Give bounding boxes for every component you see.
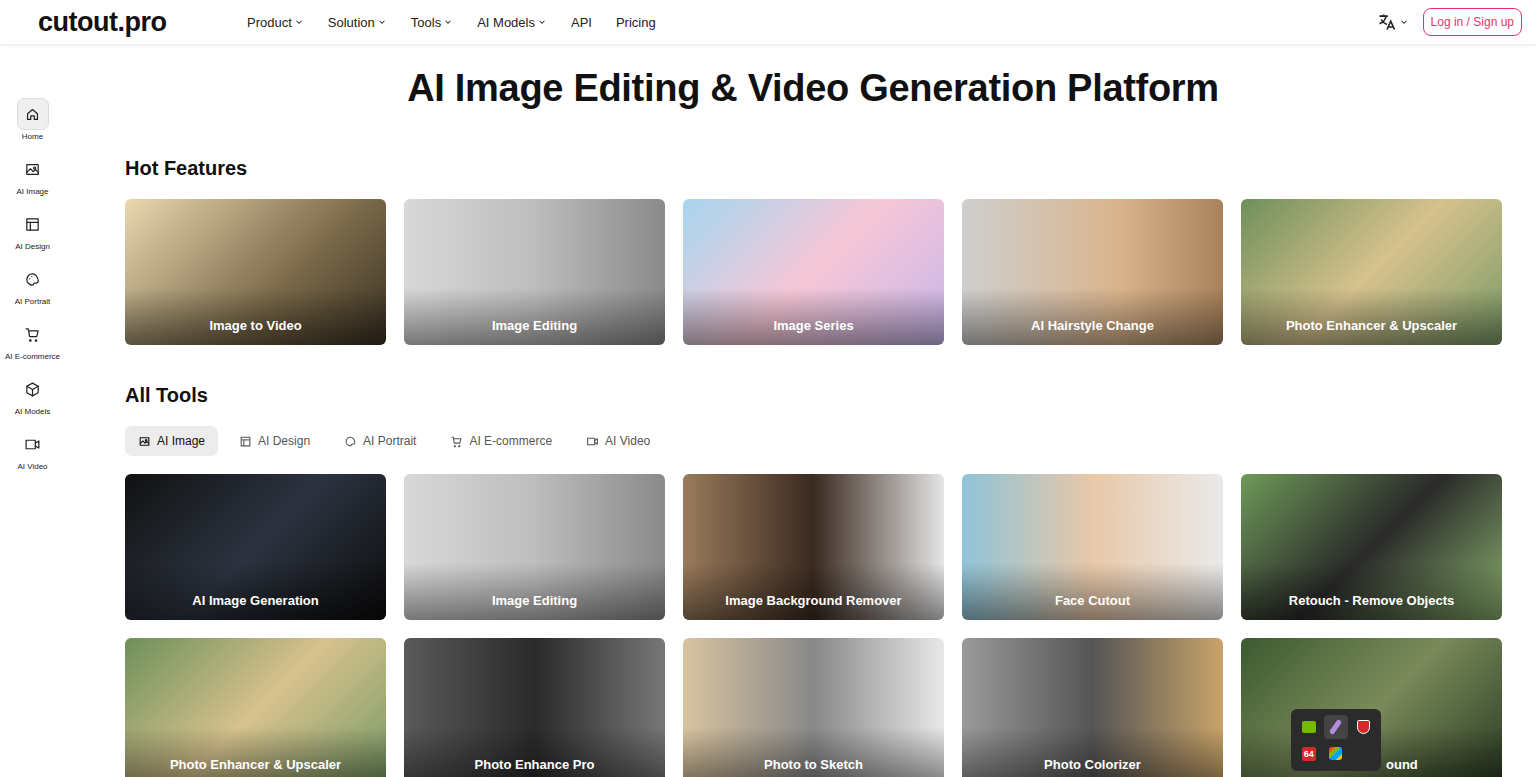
nav-item[interactable]: AI Models (477, 15, 547, 30)
tool-card[interactable]: AI Image Generation (125, 474, 386, 620)
hot-features-grid: Image to VideoImage EditingImage SeriesA… (125, 199, 1501, 345)
translate-icon (1377, 12, 1397, 32)
tools-grid: AI Image GenerationImage EditingImage Ba… (125, 474, 1501, 777)
sidebar-item[interactable]: AI Image (0, 153, 65, 199)
nav-item[interactable]: Product (247, 15, 304, 30)
tab[interactable]: AI E-commerce (437, 426, 565, 456)
sidebar: Home AI Image AI Design AI Portrait AI E-com… (0, 45, 65, 777)
feature-card[interactable]: Image to Video (125, 199, 386, 345)
chevron-down-icon (377, 17, 387, 27)
feature-card[interactable]: Image Series (683, 199, 944, 345)
sidebar-item[interactable]: AI Portrait (0, 263, 65, 309)
tab[interactable]: AI Design (226, 426, 323, 456)
nav-item[interactable]: API (571, 15, 592, 30)
ecom-icon (24, 326, 41, 343)
feather-icon (1329, 719, 1342, 735)
tool-card[interactable]: Face Cutout (962, 474, 1223, 620)
tray-item[interactable] (1351, 715, 1375, 739)
chevron-down-icon (1399, 17, 1409, 27)
nav-item[interactable]: Pricing (616, 15, 656, 30)
tool-card[interactable]: Image Background Remover (683, 474, 944, 620)
ecom-icon (450, 435, 463, 448)
chevron-down-icon (537, 17, 547, 27)
design-icon (24, 216, 41, 233)
portrait-icon (24, 271, 41, 288)
tray-item[interactable] (1324, 715, 1348, 739)
tab[interactable]: AI Portrait (331, 426, 429, 456)
tool-card[interactable]: Photo Colorizer (962, 638, 1223, 777)
nav-item[interactable]: Solution (328, 15, 387, 30)
chevron-down-icon (443, 17, 453, 27)
sidebar-item[interactable]: AI E-commerce (0, 318, 65, 364)
video-icon (24, 436, 41, 453)
portrait-icon (344, 435, 357, 448)
tab[interactable]: AI Image (125, 426, 218, 456)
nav-item[interactable]: Tools (411, 15, 453, 30)
main-nav: Product Solution Tools AI Models API Pricing (247, 15, 656, 30)
language-selector[interactable] (1377, 12, 1409, 32)
main-content: AI Image Editing & Video Generation Plat… (65, 45, 1536, 777)
tray-item[interactable] (1324, 742, 1348, 766)
video-icon (586, 435, 599, 448)
feature-card[interactable]: AI Hairstyle Change (962, 199, 1223, 345)
sidebar-item[interactable]: AI Models (0, 373, 65, 419)
tray-item[interactable]: 64 (1297, 742, 1321, 766)
shield-icon (1357, 720, 1370, 734)
chevron-down-icon (294, 17, 304, 27)
models-icon (24, 381, 41, 398)
feature-card[interactable]: Photo Enhancer & Upscaler (1241, 199, 1502, 345)
tool-card[interactable]: Image Editing (404, 474, 665, 620)
gpu-icon (1302, 721, 1316, 733)
sidebar-item[interactable]: AI Design (0, 208, 65, 254)
login-button[interactable]: Log in / Sign up (1423, 8, 1522, 36)
tool-card[interactable]: Photo Enhancer & Upscaler (125, 638, 386, 777)
tray-popup: 64 (1291, 709, 1381, 771)
home-icon (24, 106, 41, 123)
top-bar: cutout.proProduct Solution Tools AI Models A… (0, 0, 1536, 45)
page-title: AI Image Editing & Video Generation Plat… (125, 65, 1501, 111)
feature-card[interactable]: Image Editing (404, 199, 665, 345)
section-heading: Hot Features (125, 156, 1501, 180)
tray-badge: 64 (1302, 747, 1316, 761)
tool-card[interactable]: Photo to Sketch (683, 638, 944, 777)
tool-tabs: AI Image AI Design AI Portrait AI E-commerc… (125, 426, 1501, 456)
tray-item[interactable] (1297, 715, 1321, 739)
tool-card[interactable]: Retouch - Remove Objects (1241, 474, 1502, 620)
image-icon (138, 435, 151, 448)
design-icon (239, 435, 252, 448)
logo[interactable]: cutout.pro (38, 7, 247, 38)
color-icon (1329, 747, 1342, 760)
tab[interactable]: AI Video (573, 426, 663, 456)
tool-card[interactable]: ound64 (1241, 638, 1502, 777)
section-heading: All Tools (125, 383, 1501, 407)
sidebar-item[interactable]: AI Video (0, 428, 65, 474)
page: cutout.proProduct Solution Tools AI Models A… (0, 0, 1536, 777)
sidebar-item[interactable]: Home (0, 98, 65, 144)
image-icon (24, 161, 41, 178)
tool-card[interactable]: Photo Enhance Pro (404, 638, 665, 777)
